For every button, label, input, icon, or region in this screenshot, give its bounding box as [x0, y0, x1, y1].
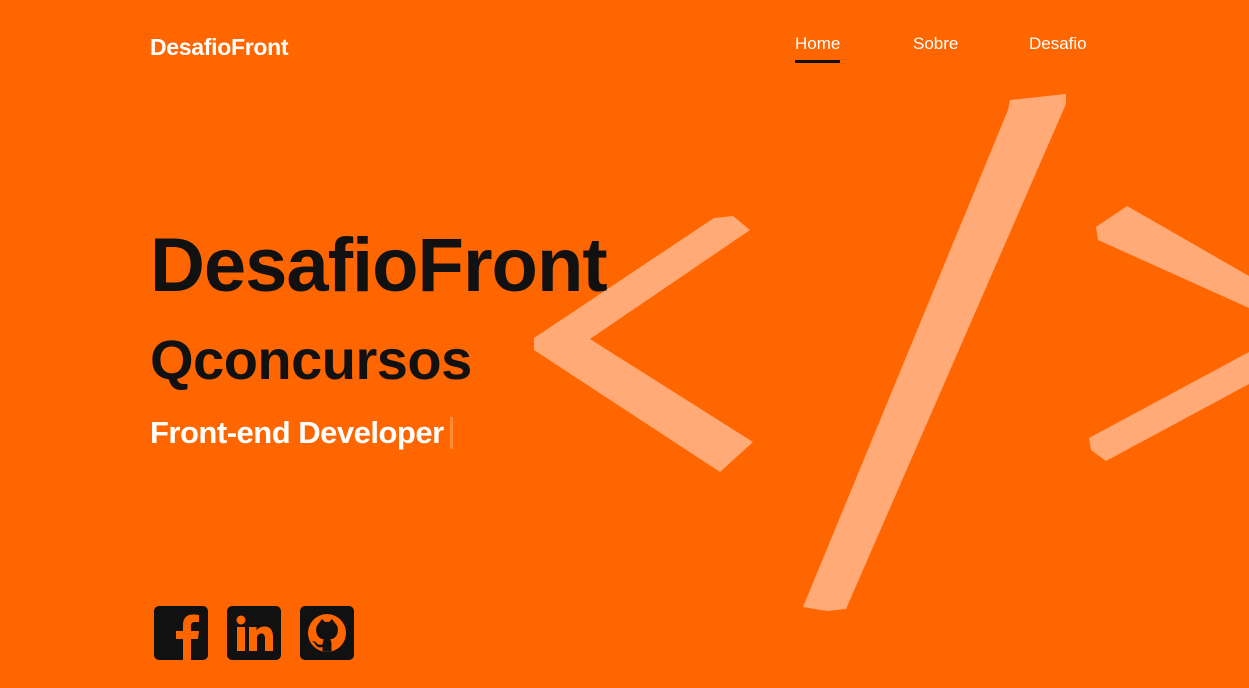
hero-title: DesafioFront: [150, 223, 608, 308]
linkedin-link[interactable]: [227, 606, 281, 660]
code-brackets-illustration: [534, 94, 1249, 611]
nav-sobre-link[interactable]: Sobre: [913, 34, 958, 54]
github-icon: [300, 606, 354, 660]
nav-desafio-link[interactable]: Desafio: [1029, 34, 1087, 54]
linkedin-icon: [227, 606, 281, 660]
main-nav: Home Sobre Desafio: [0, 34, 1249, 74]
slash-symbol: [803, 94, 1066, 611]
social-links: [154, 606, 354, 660]
github-link[interactable]: [300, 606, 354, 660]
typing-cursor: [449, 417, 453, 449]
right-angle-bracket: [1089, 206, 1249, 461]
nav-home-link[interactable]: Home: [795, 34, 841, 63]
hero-role-text: Front-end Developer: [150, 415, 444, 450]
facebook-link[interactable]: [154, 606, 208, 660]
hero-subtitle: Qconcursos: [150, 328, 472, 391]
facebook-icon: [154, 606, 208, 660]
hero-role-line: Front-end Developer: [150, 415, 453, 450]
